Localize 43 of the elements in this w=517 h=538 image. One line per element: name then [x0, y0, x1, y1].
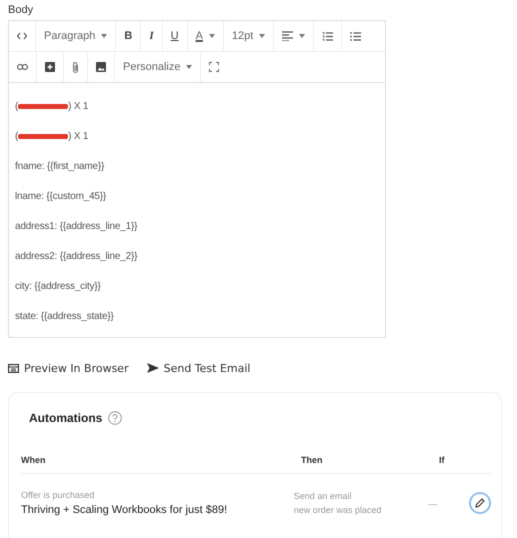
body-text: ) X 1: [68, 130, 88, 142]
body-text: address2: {{address_line_2}}: [15, 250, 138, 264]
body-text: city: {{address_city}}: [15, 280, 102, 294]
preview-in-browser-link[interactable]: Preview In Browser: [8, 362, 129, 374]
trigger-label: Offer is purchased: [21, 489, 96, 502]
field-label: Body: [8, 4, 34, 18]
body-text: address1: {{address_line_1}}: [15, 220, 138, 234]
action-value: new order was placed: [294, 504, 382, 517]
link-icon: [17, 64, 28, 70]
trigger-value: Thriving + Scaling Workbooks for just $89!: [21, 503, 228, 518]
caret-icon: [299, 34, 306, 38]
body-text: lname: {{custom_45}}: [15, 190, 108, 204]
caret-icon: [259, 34, 266, 38]
numbered-list-icon: [322, 32, 334, 40]
column-header: When: [20, 455, 46, 465]
caret-icon: [186, 65, 192, 69]
pencil-icon: [475, 498, 486, 508]
send-test-email-link[interactable]: Send Test Email: [146, 362, 250, 374]
body-text: state: {{address_state}}: [15, 310, 115, 324]
paperclip-icon: [72, 60, 79, 74]
redaction-mark: [18, 134, 68, 138]
caret-icon: [208, 34, 215, 38]
action-label: Send an email: [294, 490, 352, 503]
body-text: (: [15, 130, 18, 142]
caret-icon: [101, 34, 108, 38]
column-header: If: [439, 455, 446, 465]
redaction-mark: [18, 104, 68, 108]
code-icon: [17, 32, 27, 40]
card-title: Automations: [29, 411, 102, 425]
send-icon: [146, 363, 159, 373]
align-left-icon: [282, 31, 294, 41]
condition-value: —: [428, 499, 438, 509]
body-text: fname: {{first_name}}: [15, 160, 106, 174]
edit-button[interactable]: [469, 492, 492, 514]
help-icon[interactable]: [108, 411, 122, 425]
fullscreen-icon: [209, 62, 220, 72]
plus-square-icon: [45, 62, 55, 72]
image-icon: [96, 62, 106, 72]
browser-window-icon: [8, 364, 19, 372]
body-text: (: [15, 100, 18, 112]
column-header: Then: [301, 455, 324, 465]
body-text: ) X 1: [68, 100, 88, 112]
bullet-list-icon: [350, 32, 362, 40]
